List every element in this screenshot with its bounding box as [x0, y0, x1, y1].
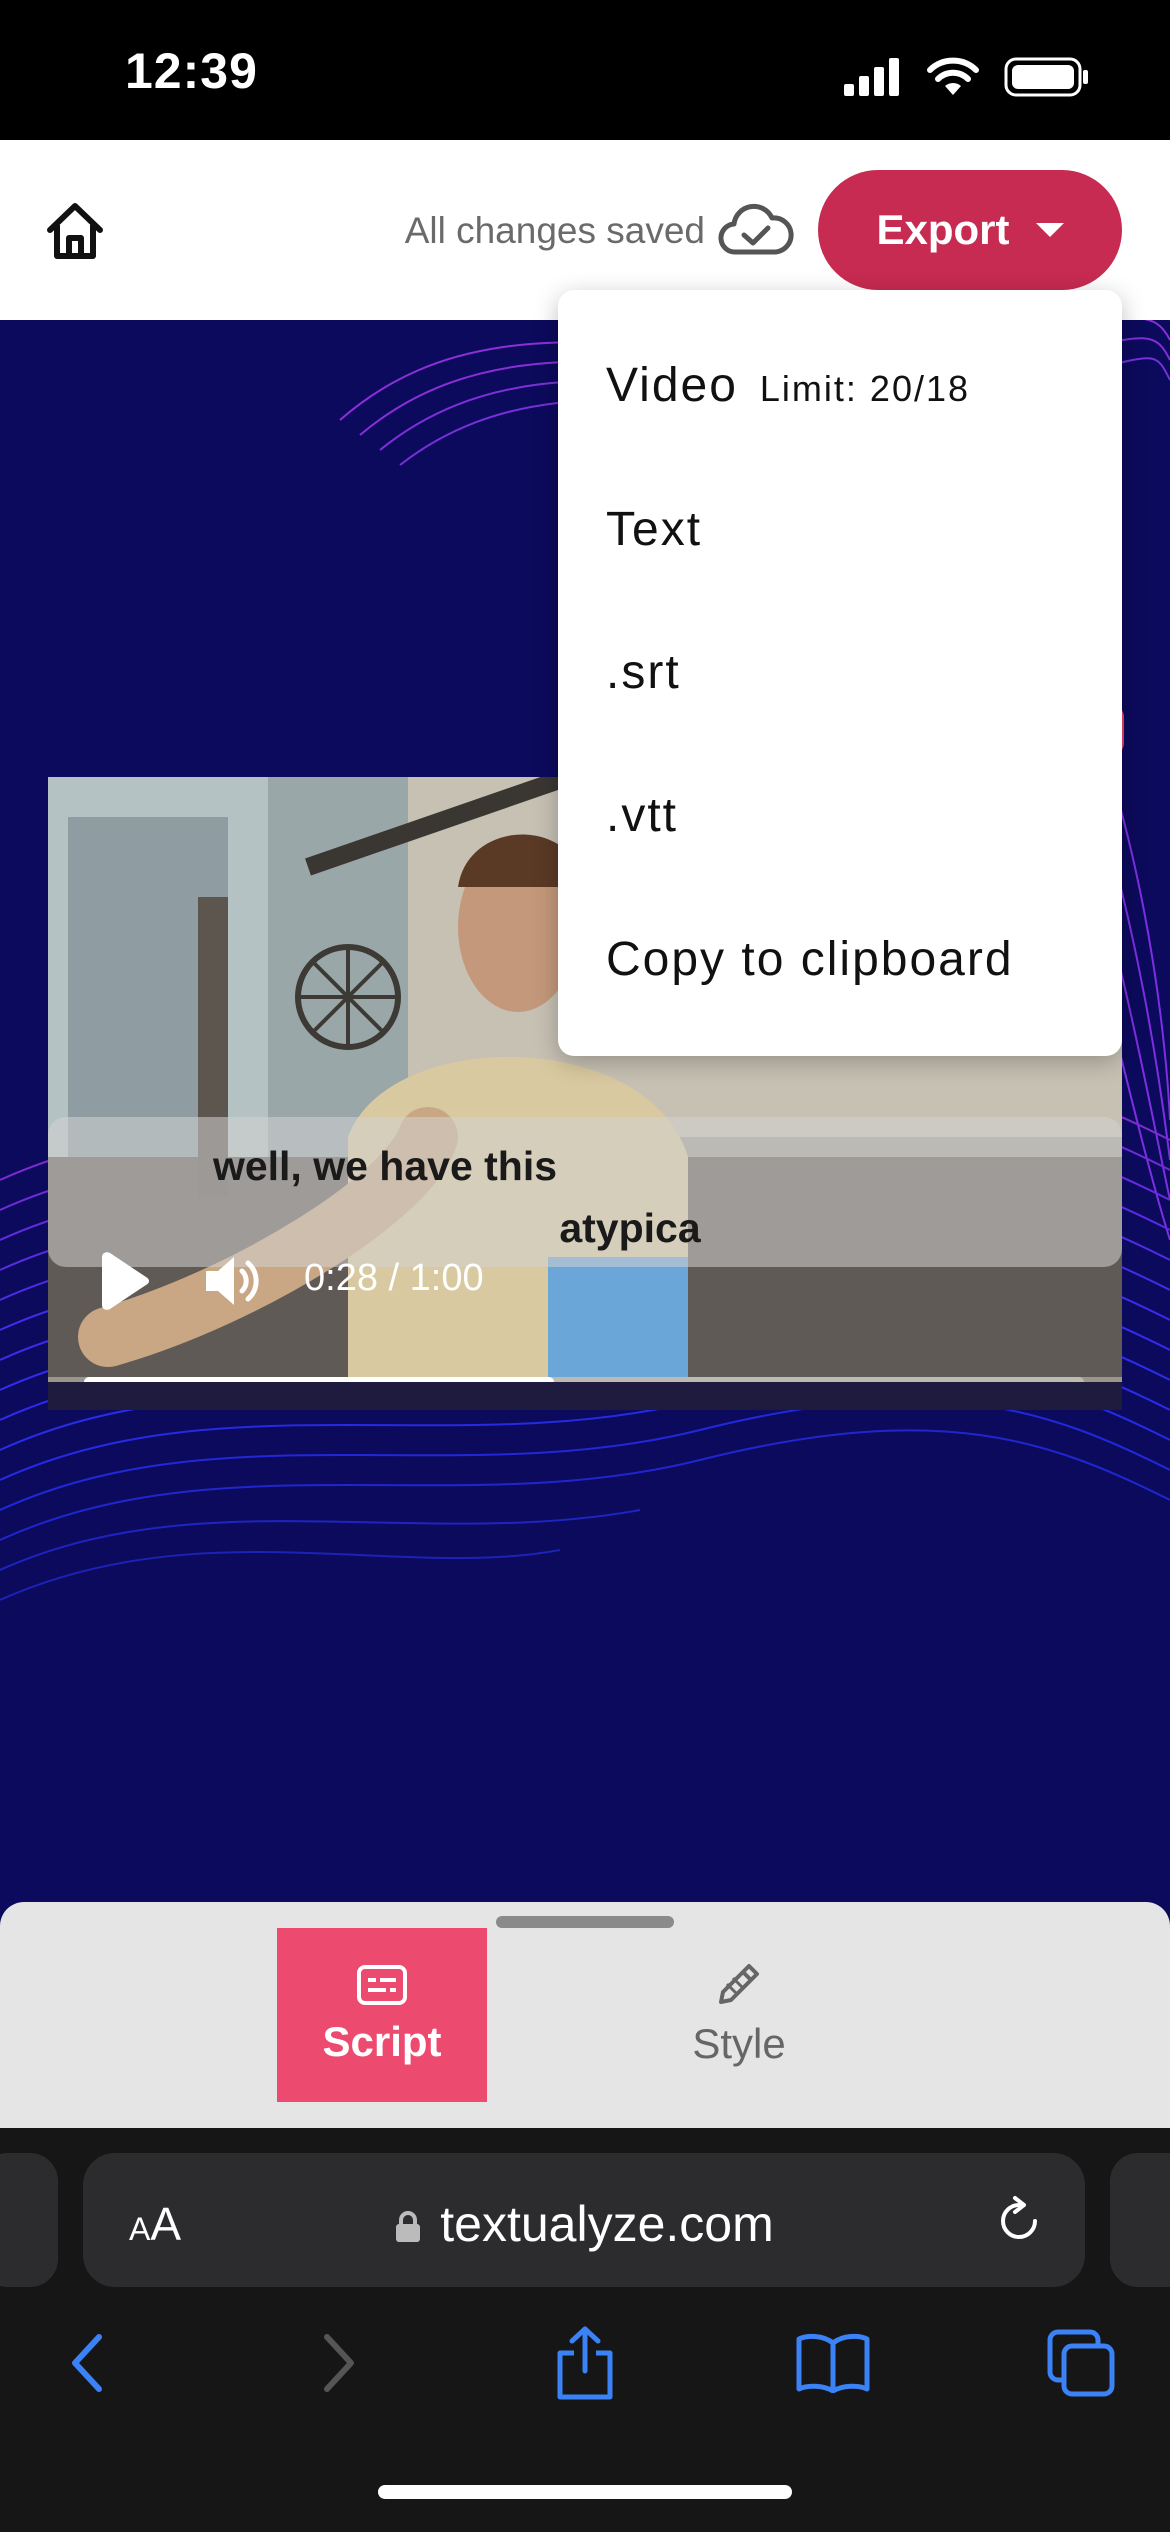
caption-line-1: well, we have this — [212, 1143, 558, 1189]
status-bar: 12:39 — [0, 0, 1170, 140]
url-display: textualyze.com — [83, 2195, 1085, 2253]
menu-item-video-label: Video — [606, 359, 738, 412]
video-time: 0:28 / 1:00 — [304, 1257, 484, 1299]
menu-item-video[interactable]: Video Limit: 20/18 — [606, 358, 970, 413]
cellular-signal-icon — [844, 58, 899, 96]
home-icon[interactable] — [42, 198, 108, 264]
bottom-sheet: Script Style — [0, 1902, 1170, 2128]
tab-style-label: Style — [692, 2020, 786, 2067]
export-button[interactable]: Export — [818, 170, 1122, 290]
video-limit-label: Limit: 20/18 — [759, 368, 971, 409]
url-text: textualyze.com — [440, 2196, 774, 2252]
play-icon[interactable] — [94, 1251, 150, 1311]
tabs-button[interactable] — [1036, 2318, 1126, 2408]
book-icon — [796, 2333, 870, 2393]
status-icons — [844, 52, 1090, 102]
chevron-left-icon — [72, 2334, 102, 2392]
export-label: Export — [876, 206, 1010, 253]
back-button[interactable] — [42, 2318, 132, 2408]
app-screen: 12:39 All changes saved Export well, we … — [0, 0, 1170, 2532]
status-time: 12:39 — [125, 43, 258, 99]
menu-item-srt[interactable]: .srt — [606, 645, 681, 700]
volume-icon[interactable] — [202, 1251, 262, 1311]
export-dropdown-menu: Video Limit: 20/18 Text .srt .vtt Copy to… — [558, 290, 1122, 1056]
paint-brush-icon — [719, 1964, 759, 2004]
chevron-right-icon — [324, 2334, 354, 2392]
tab-script[interactable]: Script — [277, 1928, 487, 2102]
lock-icon — [396, 2211, 421, 2242]
reload-icon[interactable] — [991, 2193, 1047, 2249]
tabs-icon — [1047, 2329, 1115, 2397]
share-button[interactable] — [540, 2318, 630, 2408]
share-icon — [557, 2326, 613, 2400]
tab-script-label: Script — [322, 2018, 442, 2065]
next-tab-preview[interactable] — [1110, 2153, 1170, 2287]
video-bottom-strip — [48, 1382, 1122, 1410]
bookmarks-button[interactable] — [788, 2318, 878, 2408]
browser-nav-row — [0, 2318, 1170, 2418]
sheet-drag-handle[interactable] — [496, 1916, 674, 1928]
forward-button[interactable] — [294, 2318, 384, 2408]
previous-tab-preview[interactable] — [0, 2153, 58, 2287]
cloud-check-icon — [718, 203, 794, 255]
battery-icon — [1004, 57, 1088, 97]
tab-style[interactable]: Style — [634, 1928, 844, 2102]
script-icon — [357, 1965, 407, 2005]
wifi-icon — [927, 57, 979, 95]
home-indicator — [378, 2485, 792, 2499]
menu-item-vtt[interactable]: .vtt — [606, 788, 678, 843]
address-bar[interactable]: AA textualyze.com — [83, 2153, 1085, 2287]
browser-toolbar: AA textualyze.com — [0, 2128, 1170, 2532]
save-status: All changes saved — [404, 210, 705, 251]
video-controls: 0:28 / 1:00 — [48, 1207, 1122, 1347]
menu-item-copy-to-clipboard[interactable]: Copy to clipboard — [606, 932, 1014, 987]
menu-item-text[interactable]: Text — [606, 502, 702, 557]
caret-down-icon — [1035, 223, 1064, 237]
